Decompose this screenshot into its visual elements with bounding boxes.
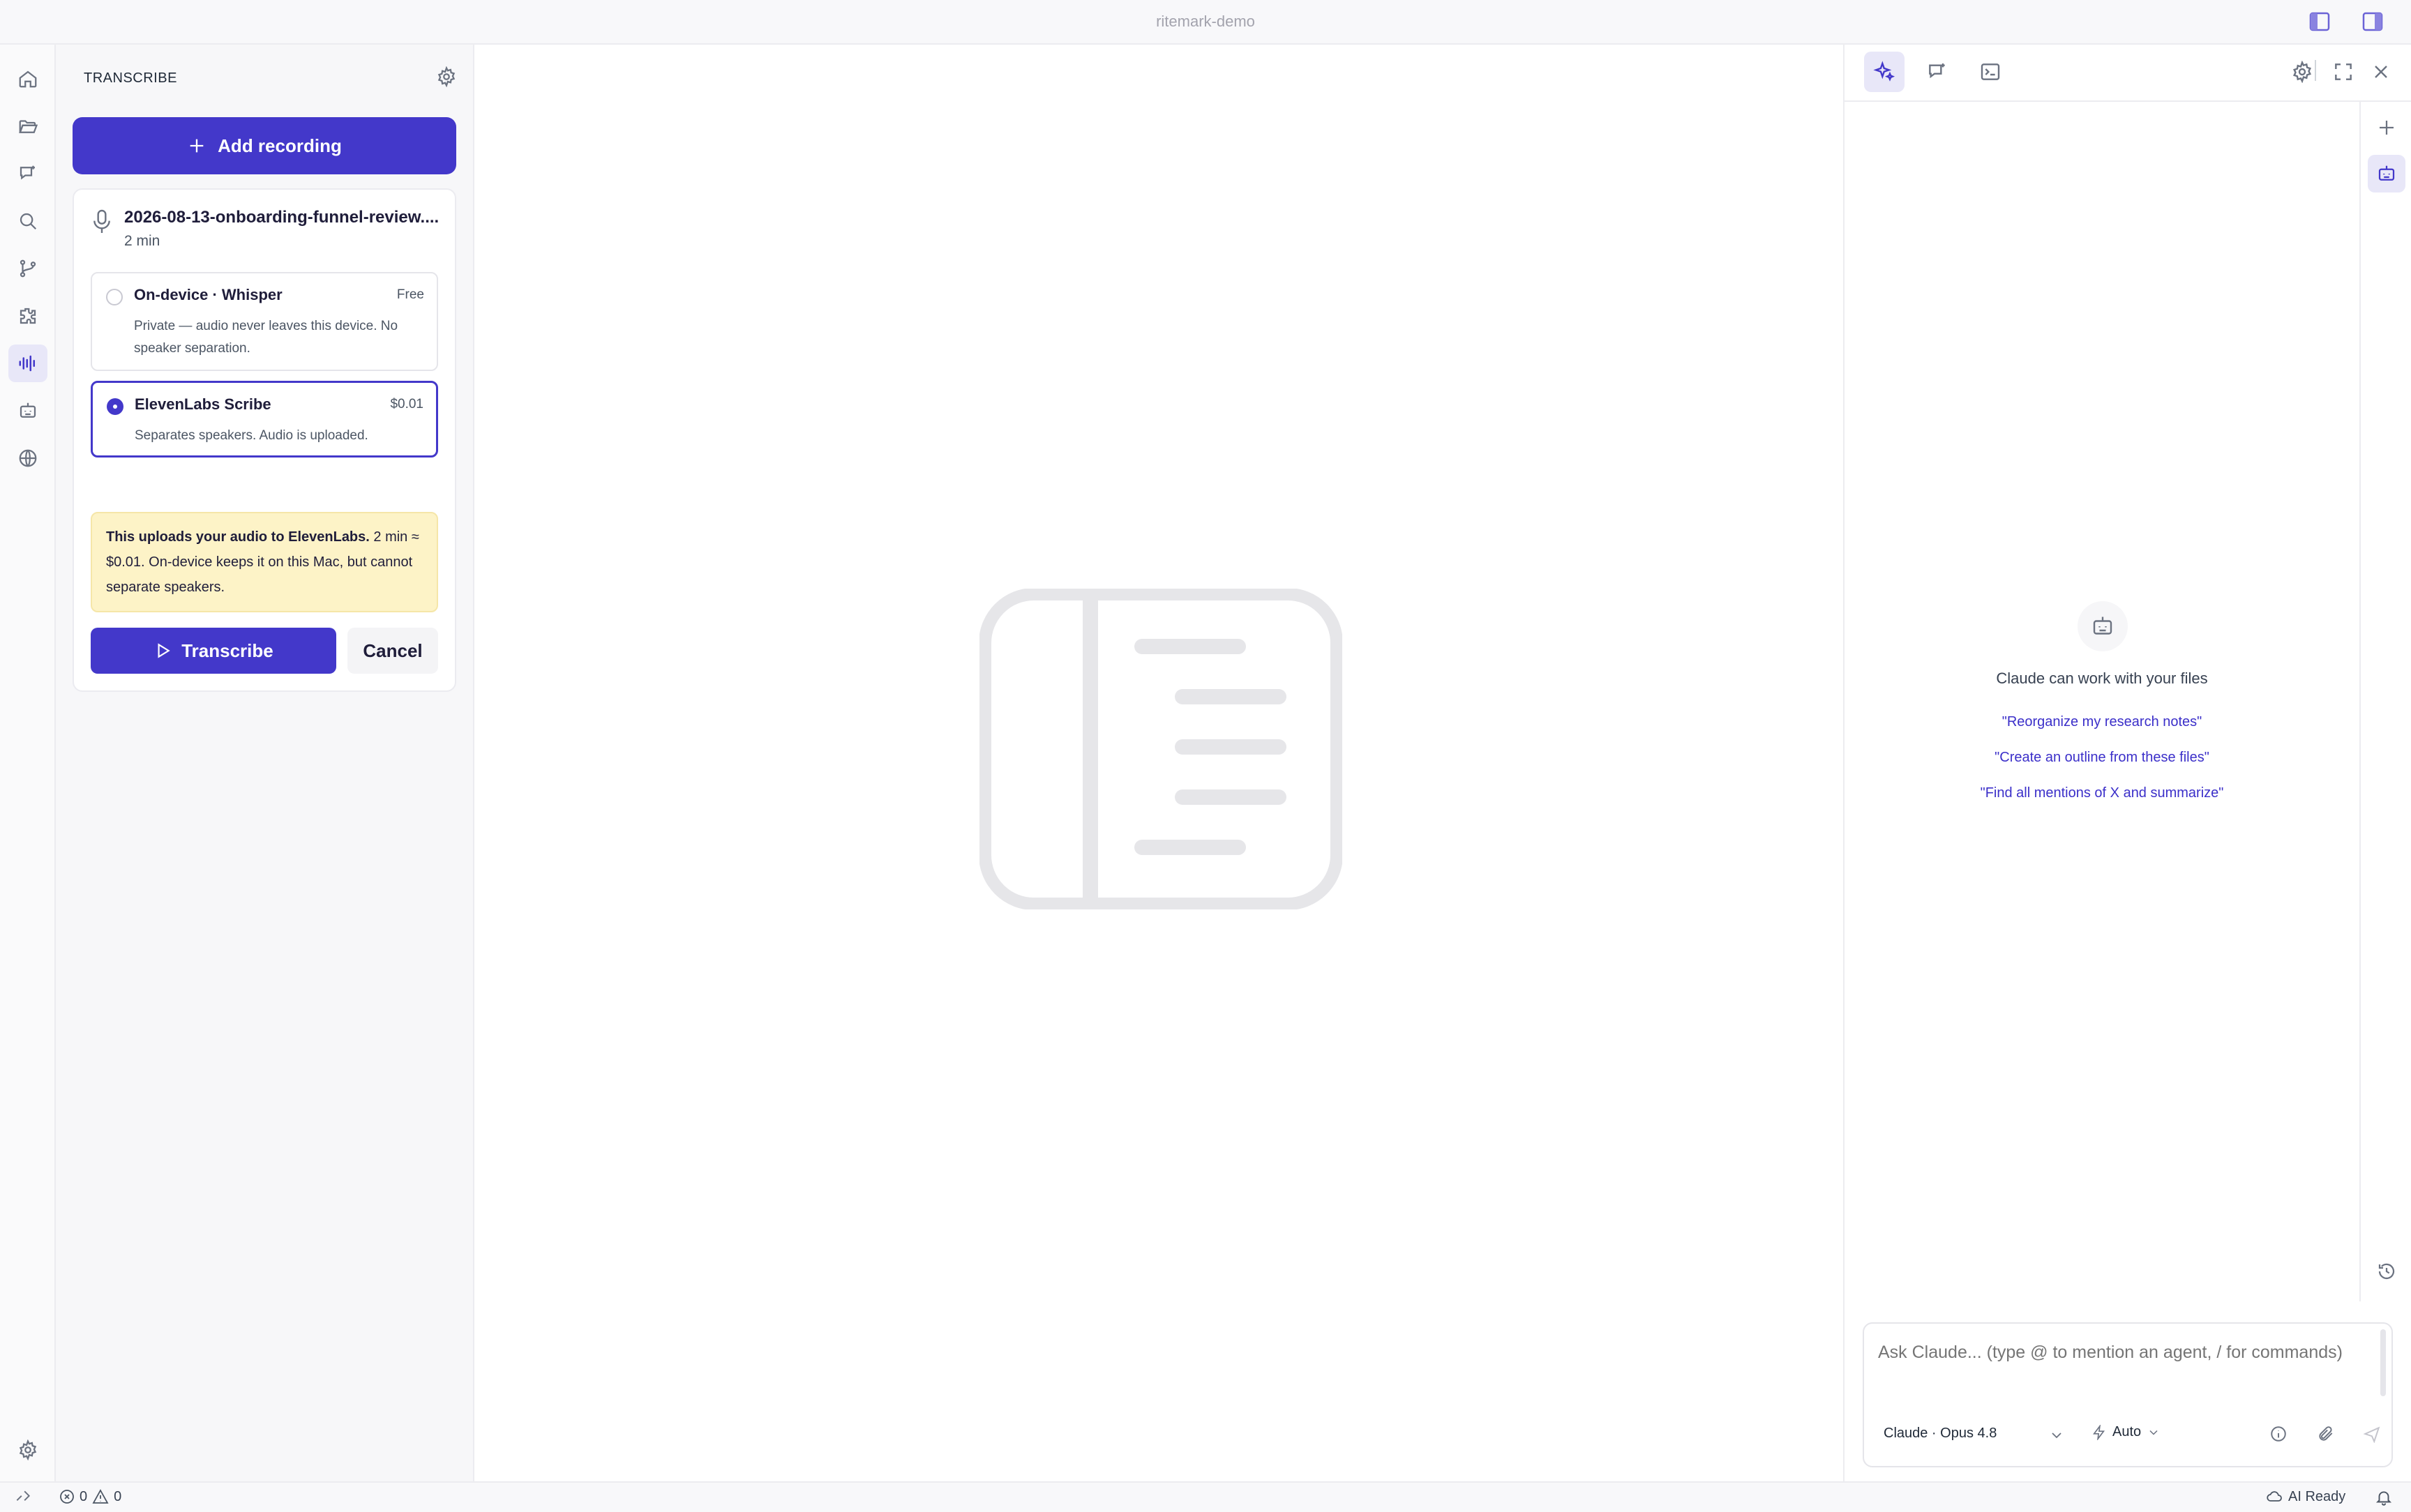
play-icon (158, 643, 170, 658)
warning-icon (92, 1489, 109, 1504)
chat-icon[interactable] (1917, 52, 1958, 92)
assistant-side-rail (2359, 102, 2411, 1301)
option-price: $0.01 (390, 397, 423, 411)
mode-select[interactable]: Auto (2091, 1424, 2161, 1440)
bot-icon[interactable] (2368, 155, 2405, 192)
folder-icon[interactable] (8, 107, 47, 145)
audio-waveform-icon[interactable] (8, 345, 47, 382)
warning-count: 0 (114, 1488, 122, 1504)
radio-button-selected[interactable] (107, 398, 123, 415)
error-icon (60, 1490, 74, 1504)
plus-icon (190, 139, 204, 153)
gear-icon[interactable] (8, 1431, 47, 1469)
cancel-button[interactable]: Cancel (347, 628, 438, 674)
assistant-empty-title: Claude can work with your files (1996, 670, 2208, 687)
expand-icon[interactable] (2324, 52, 2362, 92)
recording-card: 2026-08-13-onboarding-funnel-review.... … (73, 188, 456, 692)
ai-status[interactable]: AI Ready (2264, 1488, 2345, 1505)
app-logo-watermark-icon (979, 588, 1343, 910)
history-icon[interactable] (2368, 1253, 2405, 1290)
upload-warning: This uploads your audio to ElevenLabs. 2… (91, 512, 438, 612)
transcribe-label: Transcribe (181, 640, 273, 661)
recording-filename: 2026-08-13-onboarding-funnel-review.... (124, 208, 438, 227)
model-select[interactable]: Claude · Opus 4.8 (1884, 1426, 1997, 1442)
error-count: 0 (80, 1488, 88, 1504)
ai-status-label: AI Ready (2288, 1488, 2346, 1504)
option-title: ElevenLabs Scribe (135, 395, 271, 413)
transcribe-sidebar: TRANSCRIBE Add recording 2026-08-13-onbo… (56, 45, 474, 1481)
mode-label: Auto (2112, 1424, 2142, 1439)
chat-composer: Claude · Opus 4.8 Auto (1863, 1322, 2393, 1467)
model-label: Claude · Opus 4.8 (1884, 1426, 1997, 1441)
search-icon[interactable] (8, 202, 47, 240)
git-branch-icon[interactable] (8, 250, 47, 287)
ai-sparkle-icon[interactable] (1864, 52, 1905, 92)
info-icon[interactable] (2267, 1423, 2290, 1445)
new-chat-plus-icon[interactable] (2368, 109, 2405, 146)
option-price: Free (396, 287, 424, 302)
paperclip-icon[interactable] (2315, 1423, 2337, 1445)
status-bar: 0 0 AI Ready (0, 1481, 2411, 1512)
bot-icon (2078, 601, 2128, 651)
assistant-toolbar (1845, 45, 2411, 102)
editor-area (476, 45, 1843, 1481)
add-recording-button[interactable]: Add recording (73, 117, 456, 174)
composer-scrollbar[interactable] (2380, 1329, 2386, 1396)
remote-icon[interactable] (14, 1488, 32, 1506)
assistant-panel: Claude can work with your files "Reorgan… (1843, 45, 2411, 1481)
bell-icon[interactable] (2375, 1488, 2393, 1506)
extensions-icon[interactable] (8, 297, 47, 335)
option-elevenlabs-scribe[interactable]: ElevenLabs Scribe $0.01 Separates speake… (91, 381, 438, 458)
bot-icon[interactable] (8, 392, 47, 430)
terminal-icon[interactable] (1970, 52, 2011, 92)
close-icon[interactable] (2362, 52, 2400, 92)
option-description: Private — audio never leaves this device… (134, 319, 398, 356)
globe-icon[interactable] (8, 439, 47, 477)
suggestion-link[interactable]: "Create an outline from these files" (1845, 750, 2359, 766)
send-icon[interactable] (2361, 1423, 2383, 1445)
option-title: On-device · Whisper (134, 286, 283, 303)
window-title: ritemark-demo (1156, 13, 1255, 30)
title-bar: ritemark-demo (0, 0, 2411, 45)
home-icon[interactable] (8, 60, 47, 98)
chat-icon[interactable] (8, 155, 47, 192)
add-recording-label: Add recording (218, 135, 342, 156)
recording-duration: 2 min (124, 233, 160, 249)
radio-button[interactable] (106, 289, 123, 305)
toggle-right-panel-icon[interactable] (2362, 12, 2383, 31)
option-description: Separates speakers. Audio is uploaded. (135, 428, 368, 443)
toggle-left-sidebar-icon[interactable] (2309, 12, 2330, 31)
toolbar-divider (2315, 60, 2316, 81)
chevron-down-icon (2149, 1430, 2158, 1435)
microphone-icon (91, 208, 113, 236)
problems-indicator[interactable]: 0 0 (59, 1488, 121, 1505)
option-on-device-whisper[interactable]: On-device · Whisper Free Private — audio… (91, 272, 438, 371)
transcribe-button[interactable]: Transcribe (91, 628, 336, 674)
suggestion-link[interactable]: "Reorganize my research notes" (1845, 714, 2359, 730)
activity-bar (0, 45, 56, 1481)
suggestion-link[interactable]: "Find all mentions of X and summarize" (1845, 785, 2359, 801)
sidebar-title: TRANSCRIBE (84, 70, 177, 86)
cloud-icon (2267, 1491, 2282, 1502)
lightning-icon (2093, 1424, 2105, 1440)
transcribe-settings-icon[interactable] (426, 56, 467, 98)
chat-input[interactable] (1878, 1336, 2352, 1403)
warning-strong-text: This uploads your audio to ElevenLabs. (106, 529, 370, 545)
chevron-down-icon[interactable] (2048, 1427, 2065, 1447)
